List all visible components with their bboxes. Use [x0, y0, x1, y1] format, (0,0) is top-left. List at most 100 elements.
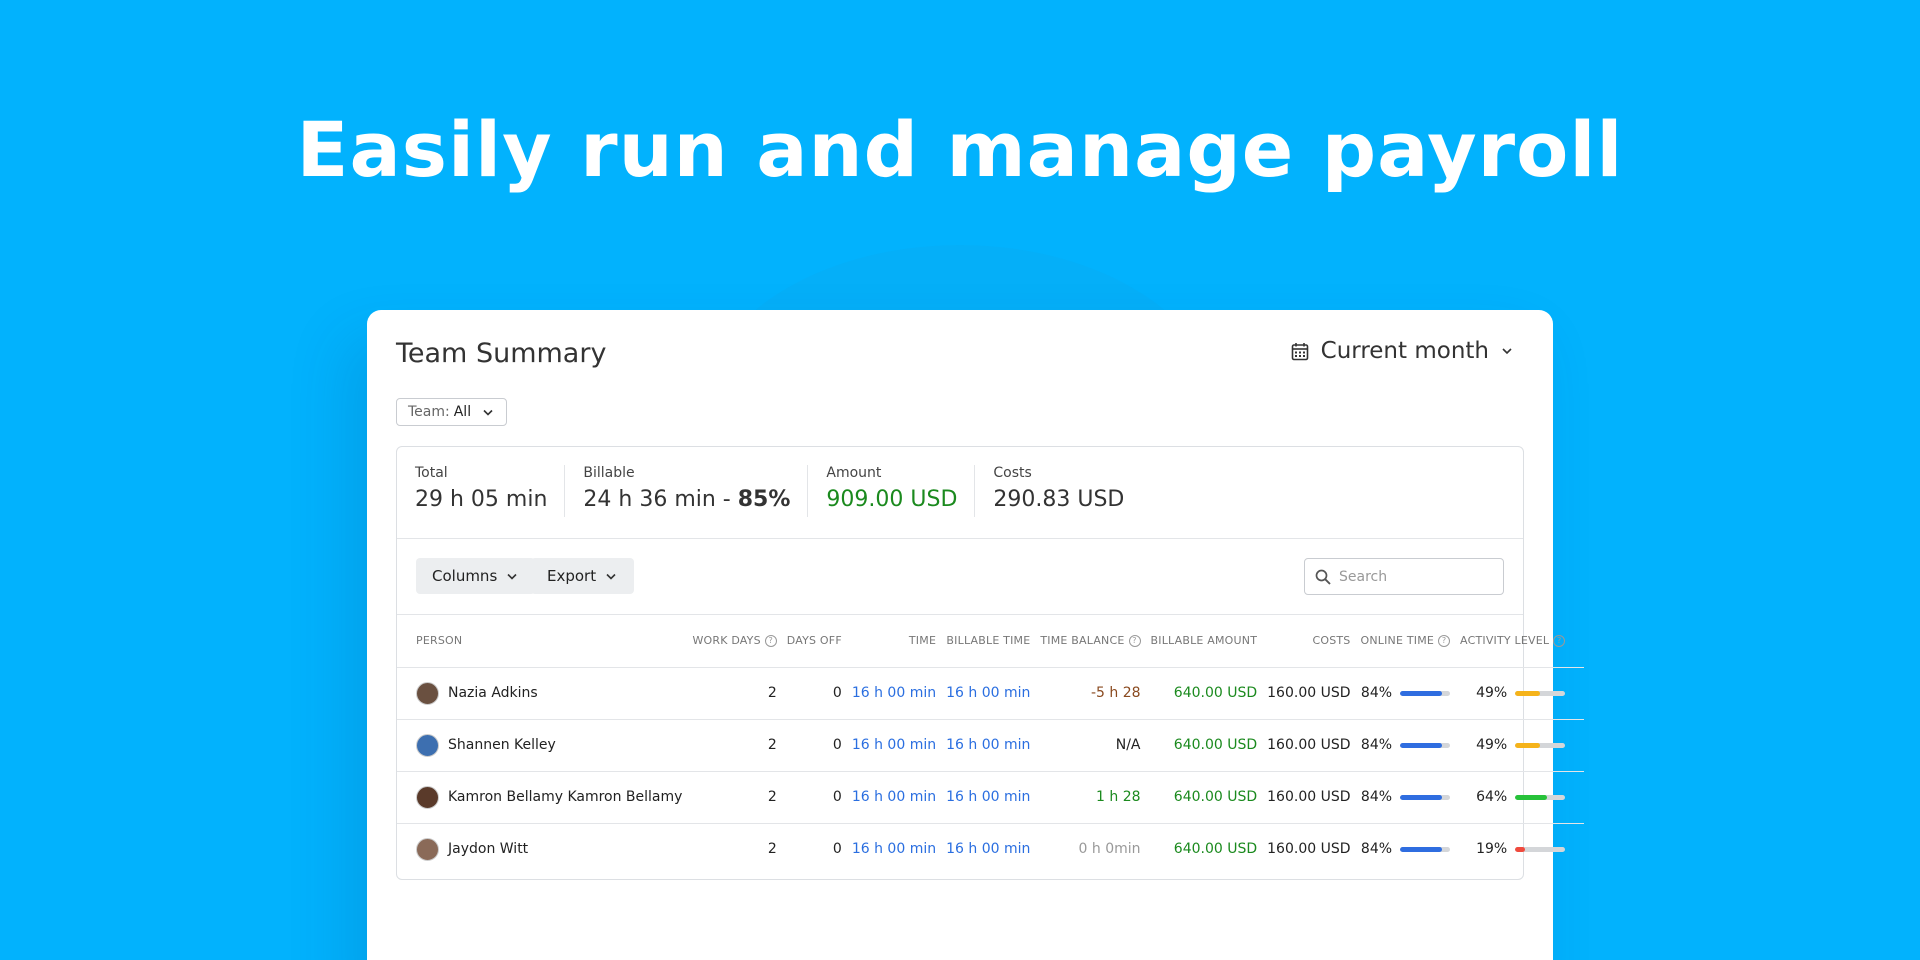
hero-title: Easily run and manage payroll: [296, 105, 1624, 194]
person-cell[interactable]: Kamron Bellamy Kamron Bellamy: [397, 771, 688, 824]
activity-level-cell: 49%: [1455, 667, 1585, 720]
billable-amount-cell: 640.00 USD: [1145, 719, 1263, 772]
online-time-bar-fill: [1400, 794, 1443, 800]
time-cell[interactable]: 16 h 00 min: [846, 719, 942, 772]
online-time-bar-fill: [1400, 690, 1443, 696]
stat-costs: Costs 290.83 USD: [975, 465, 1141, 517]
person-name[interactable]: Shannen Kelley: [448, 737, 556, 753]
columns-button[interactable]: Columns: [416, 558, 536, 594]
time-balance-cell: -5 h 28: [1035, 667, 1146, 720]
days-off-cell: 0: [781, 719, 847, 772]
search-box: [1304, 558, 1504, 595]
stat-amount: Amount 909.00 USD: [808, 465, 976, 517]
stat-label: Costs: [993, 465, 1032, 481]
online-time-bar-fill: [1400, 742, 1443, 748]
col-header-online-time[interactable]: Online time?: [1355, 615, 1456, 668]
avatar: [416, 785, 439, 809]
table-header-row: Person Work days? Days off Time Billable…: [397, 615, 1585, 668]
costs-cell: 160.00 USD: [1262, 719, 1356, 772]
billable-amount-cell: 640.00 USD: [1173, 841, 1258, 858]
online-time-cell: 84%: [1356, 823, 1456, 875]
days-off-cell: 0: [781, 771, 847, 824]
activity-level-bar-fill: [1515, 794, 1548, 800]
chevron-down-icon: [1502, 348, 1512, 355]
team-filter-value: All: [453, 404, 472, 420]
col-header-costs[interactable]: Costs: [1262, 615, 1356, 668]
activity-level-cell: 64%: [1455, 771, 1585, 824]
billable-time-cell[interactable]: 16 h 00 min: [941, 823, 1035, 875]
table-row[interactable]: Jaydon Witt 2 0 16 h 00 min 16 h 00 min 0 h 0…: [397, 823, 1584, 875]
work-days-cell: 2: [687, 719, 782, 772]
online-time-value: 84%: [1360, 841, 1393, 858]
help-icon[interactable]: ?: [1438, 635, 1451, 648]
online-time-cell: 84%: [1355, 667, 1456, 720]
table-toolbar: Columns Export: [397, 539, 1523, 615]
col-header-work-days[interactable]: Work days?: [687, 615, 782, 668]
person-cell[interactable]: Shannen Kelley: [397, 719, 688, 772]
chevron-down-icon: [483, 409, 493, 416]
avatar: [416, 733, 439, 757]
days-off-cell: 0: [832, 841, 842, 858]
calendar-icon: [1291, 342, 1308, 360]
billable-amount-cell: 640.00 USD: [1145, 771, 1263, 824]
time-balance-cell: 0 h 0min: [1078, 841, 1141, 858]
activity-level-bar-fill: [1515, 742, 1540, 748]
table-row[interactable]: Kamron Bellamy Kamron Bellamy 2 0 16 h 00 m…: [397, 771, 1585, 824]
col-header-days-off[interactable]: Days off: [781, 615, 847, 668]
stat-label: Amount: [826, 465, 882, 481]
time-cell[interactable]: 16 h 00 min: [846, 771, 942, 824]
col-header-billable-amount[interactable]: Billable amount: [1145, 615, 1263, 668]
billable-amount-cell: 640.00 USD: [1145, 667, 1263, 720]
team-filter-dropdown[interactable]: Team: All: [396, 398, 508, 426]
stat-value-text: 24 h 36 min -: [583, 487, 738, 512]
help-icon[interactable]: ?: [764, 635, 777, 648]
time-cell[interactable]: 16 h 00 min: [847, 823, 941, 875]
col-header-activity-level[interactable]: Activity level?: [1455, 615, 1585, 668]
columns-button-label: Columns: [432, 567, 498, 585]
export-button-label: Export: [547, 567, 597, 585]
online-time-cell: 84%: [1355, 771, 1456, 824]
summary-panel: Total 29 h 05 min Billable 24 h 36 min -…: [396, 446, 1585, 880]
team-filter-prefix: Team:: [408, 404, 450, 420]
activity-level-bar: [1515, 690, 1566, 696]
billable-time-cell[interactable]: 16 h 00 min: [941, 719, 1036, 772]
activity-level-bar: [1515, 742, 1566, 748]
table-row[interactable]: Shannen Kelley 2 0 16 h 00 min 16 h 00 min N/…: [397, 719, 1585, 772]
stat-value: 290.83 USD: [993, 487, 1125, 512]
activity-level-value: 49%: [1476, 685, 1508, 701]
help-icon[interactable]: ?: [1553, 635, 1566, 648]
work-days-cell: 2: [767, 841, 777, 858]
col-header-time-balance[interactable]: Time balance?: [1035, 615, 1146, 668]
activity-level-value: 19%: [1476, 841, 1508, 858]
team-summary-card: Team Summary Current month Team: All Tot…: [367, 310, 1585, 960]
activity-level-bar: [1515, 794, 1566, 800]
activity-level-value: 64%: [1476, 789, 1508, 805]
days-off-cell: 0: [781, 667, 847, 720]
person-cell[interactable]: Jaydon Witt: [397, 823, 687, 875]
person-cell[interactable]: Nazia Adkins: [397, 667, 688, 720]
work-days-cell: 2: [687, 771, 782, 824]
time-balance-cell: 1 h 28: [1035, 771, 1146, 824]
stat-total: Total 29 h 05 min: [397, 465, 566, 517]
person-name[interactable]: Jaydon Witt: [448, 841, 528, 857]
search-icon: [1315, 569, 1331, 585]
table-row[interactable]: Nazia Adkins 2 0 16 h 00 min 16 h 00 min -5 h…: [397, 667, 1585, 720]
time-cell[interactable]: 16 h 00 min: [846, 667, 942, 720]
export-button[interactable]: Export: [531, 558, 635, 594]
online-time-bar: [1400, 846, 1451, 852]
col-header-person[interactable]: Person: [397, 615, 688, 668]
col-header-time[interactable]: Time: [846, 615, 942, 668]
billable-time-cell[interactable]: 16 h 00 min: [941, 771, 1036, 824]
billable-time-cell[interactable]: 16 h 00 min: [941, 667, 1036, 720]
stat-value-percent: 85%: [737, 487, 791, 512]
time-balance-cell: N/A: [1035, 719, 1146, 772]
period-selector[interactable]: Current month: [1291, 338, 1513, 364]
help-icon[interactable]: ?: [1128, 635, 1141, 648]
col-header-billable-time[interactable]: Billable time: [941, 615, 1036, 668]
activity-level-value: 49%: [1476, 737, 1508, 753]
person-name[interactable]: Kamron Bellamy Kamron Bellamy: [448, 789, 682, 805]
person-name[interactable]: Nazia Adkins: [448, 685, 538, 701]
costs-cell: 160.00 USD: [1267, 841, 1351, 858]
search-input[interactable]: [1339, 568, 1489, 585]
stat-value: 29 h 05 min: [415, 487, 548, 512]
